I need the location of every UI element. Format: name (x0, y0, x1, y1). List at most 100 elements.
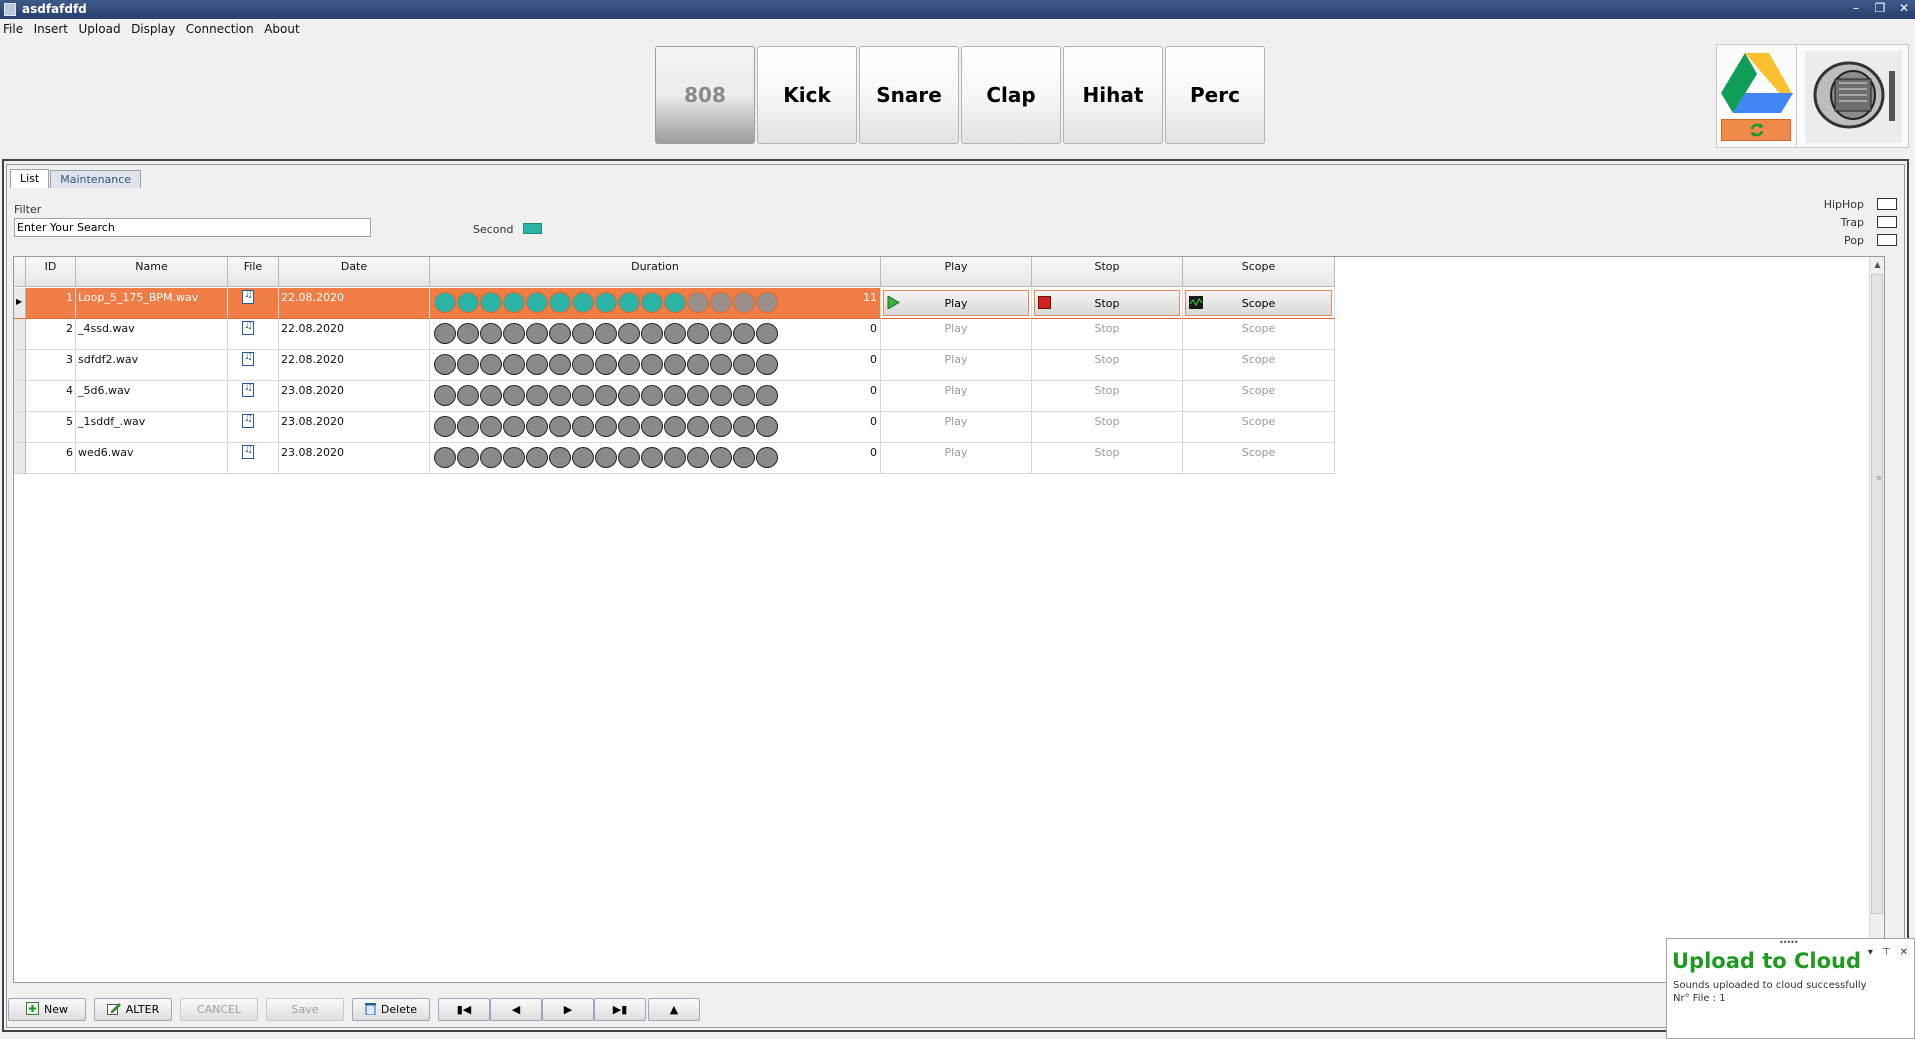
category-perc-button[interactable]: Perc (1165, 46, 1265, 144)
search-input[interactable] (14, 218, 371, 237)
prev-record-button[interactable]: ◀ (490, 998, 542, 1021)
genre-pop[interactable]: Pop (1824, 231, 1897, 249)
category-hihat-button[interactable]: Hihat (1063, 46, 1163, 144)
menu-display[interactable]: Display (128, 19, 179, 36)
audio-file-icon[interactable] (242, 413, 254, 428)
last-record-button[interactable]: ▶▮ (594, 998, 646, 1021)
next-record-button[interactable]: ▶ (542, 998, 594, 1021)
first-record-button[interactable]: ▮◀ (438, 998, 490, 1021)
cell-scope[interactable]: Scope (1183, 288, 1335, 319)
table-row[interactable]: 6wed6.wav 23.08.2020 0 PlayStopScope (14, 443, 1335, 474)
category-kick-button[interactable]: Kick (757, 46, 857, 144)
cell-play[interactable]: Play (881, 443, 1032, 474)
category-808-button[interactable]: 808 (655, 46, 755, 144)
cell-scope[interactable]: Scope (1183, 319, 1335, 350)
cell-scope[interactable]: Scope (1183, 350, 1335, 381)
menu-insert[interactable]: Insert (31, 19, 72, 36)
toast-close-icon[interactable]: ✕ (1900, 947, 1908, 958)
row-selector[interactable] (14, 381, 26, 412)
cell-scope[interactable]: Scope (1183, 381, 1335, 412)
cell-stop[interactable]: Stop (1032, 319, 1183, 350)
upload-toast[interactable]: ••••• Upload to Cloud ▾ ⊤ ✕ Sounds uploa… (1666, 938, 1915, 1039)
genre-checkbox[interactable] (1877, 234, 1897, 246)
scroll-thumb[interactable]: ≡ (1871, 274, 1883, 914)
column-header-scope[interactable]: Scope (1183, 257, 1335, 287)
column-header-duration[interactable]: Duration (430, 257, 881, 287)
audio-file-icon[interactable] (242, 351, 254, 366)
column-header-file[interactable]: File (228, 257, 279, 287)
cancel-button[interactable]: CANCEL (180, 998, 258, 1021)
play-button[interactable]: Play (883, 290, 1029, 316)
row-selector[interactable] (14, 319, 26, 350)
delete-button[interactable]: Delete (352, 998, 430, 1021)
alter-button[interactable]: ALTER (94, 998, 172, 1021)
cell-play[interactable]: Play (881, 288, 1032, 319)
vertical-scrollbar[interactable]: ▲ ≡ ▼ (1869, 257, 1884, 982)
column-header-date[interactable]: Date (279, 257, 430, 287)
maximize-icon[interactable]: ❐ (1873, 0, 1887, 17)
column-header-id[interactable]: ID (26, 257, 76, 287)
menu-file[interactable]: File (0, 19, 27, 36)
toast-pin-icon[interactable]: ⊤ (1882, 947, 1891, 958)
close-icon[interactable]: ✕ (1897, 0, 1911, 17)
table-row[interactable]: 3sdfdf2.wav 22.08.2020 0 PlayStopScope (14, 350, 1335, 381)
category-clap-button[interactable]: Clap (961, 46, 1061, 144)
audio-file-icon[interactable] (242, 382, 254, 397)
stop-button[interactable]: Stop (1034, 290, 1180, 316)
cell-file[interactable] (228, 443, 279, 474)
cell-file[interactable] (228, 412, 279, 443)
cell-file[interactable] (228, 319, 279, 350)
menu-connection[interactable]: Connection (183, 19, 258, 36)
device-image-tile[interactable] (1796, 44, 1909, 148)
genre-hiphop[interactable]: HipHop (1824, 195, 1897, 213)
cell-stop[interactable]: Stop (1032, 412, 1183, 443)
row-selector[interactable] (14, 412, 26, 443)
genre-checkbox[interactable] (1877, 198, 1897, 210)
cell-play[interactable]: Play (881, 319, 1032, 350)
google-drive-tile[interactable] (1716, 44, 1798, 148)
audio-file-icon[interactable] (242, 444, 254, 459)
cell-stop[interactable]: Stop (1032, 443, 1183, 474)
row-selector[interactable] (14, 350, 26, 381)
toast-dropdown-icon[interactable]: ▾ (1868, 947, 1873, 958)
scope-button[interactable]: Scope (1185, 290, 1332, 316)
table-row[interactable]: 4_5d6.wav 23.08.2020 0 PlayStopScope (14, 381, 1335, 412)
cell-duration: 0 (430, 412, 881, 443)
cell-stop[interactable]: Stop (1032, 381, 1183, 412)
genre-checkbox[interactable] (1877, 216, 1897, 228)
table-row[interactable]: 2_4ssd.wav 22.08.2020 0 PlayStopScope (14, 319, 1335, 350)
table-row[interactable]: ▶1Loop_5_175_BPM.wav 22.08.2020 11 Play Stop… (14, 288, 1335, 319)
cell-scope[interactable]: Scope (1183, 443, 1335, 474)
menu-upload[interactable]: Upload (76, 19, 125, 36)
toast-grip-icon[interactable]: ••••• (1779, 938, 1799, 947)
minimize-icon[interactable]: – (1849, 0, 1863, 17)
scroll-up-icon[interactable]: ▲ (1870, 257, 1885, 272)
cell-play[interactable]: Play (881, 412, 1032, 443)
sync-button[interactable] (1721, 119, 1791, 141)
duration-dot (756, 323, 778, 344)
cell-file[interactable] (228, 288, 279, 319)
audio-file-icon[interactable] (242, 320, 254, 335)
new-button[interactable]: New (8, 998, 86, 1021)
column-header-name[interactable]: Name (76, 257, 228, 287)
menu-about[interactable]: About (261, 19, 303, 36)
tab-list[interactable]: List (10, 169, 50, 188)
cell-scope[interactable]: Scope (1183, 412, 1335, 443)
cell-file[interactable] (228, 381, 279, 412)
column-header-stop[interactable]: Stop (1032, 257, 1183, 287)
genre-trap[interactable]: Trap (1824, 213, 1897, 231)
row-selector[interactable]: ▶ (14, 288, 26, 319)
audio-file-icon[interactable] (242, 289, 254, 304)
cell-play[interactable]: Play (881, 350, 1032, 381)
tab-maintenance[interactable]: Maintenance (50, 170, 142, 188)
table-row[interactable]: 5_1sddf_.wav 23.08.2020 0 PlayStopScope (14, 412, 1335, 443)
column-header-play[interactable]: Play (881, 257, 1032, 287)
row-selector[interactable] (14, 443, 26, 474)
cell-stop[interactable]: Stop (1032, 288, 1183, 319)
category-snare-button[interactable]: Snare (859, 46, 959, 144)
cell-play[interactable]: Play (881, 381, 1032, 412)
scroll-top-button[interactable]: ▲ (648, 998, 700, 1021)
cell-stop[interactable]: Stop (1032, 350, 1183, 381)
cell-file[interactable] (228, 350, 279, 381)
save-button[interactable]: Save (266, 998, 344, 1021)
